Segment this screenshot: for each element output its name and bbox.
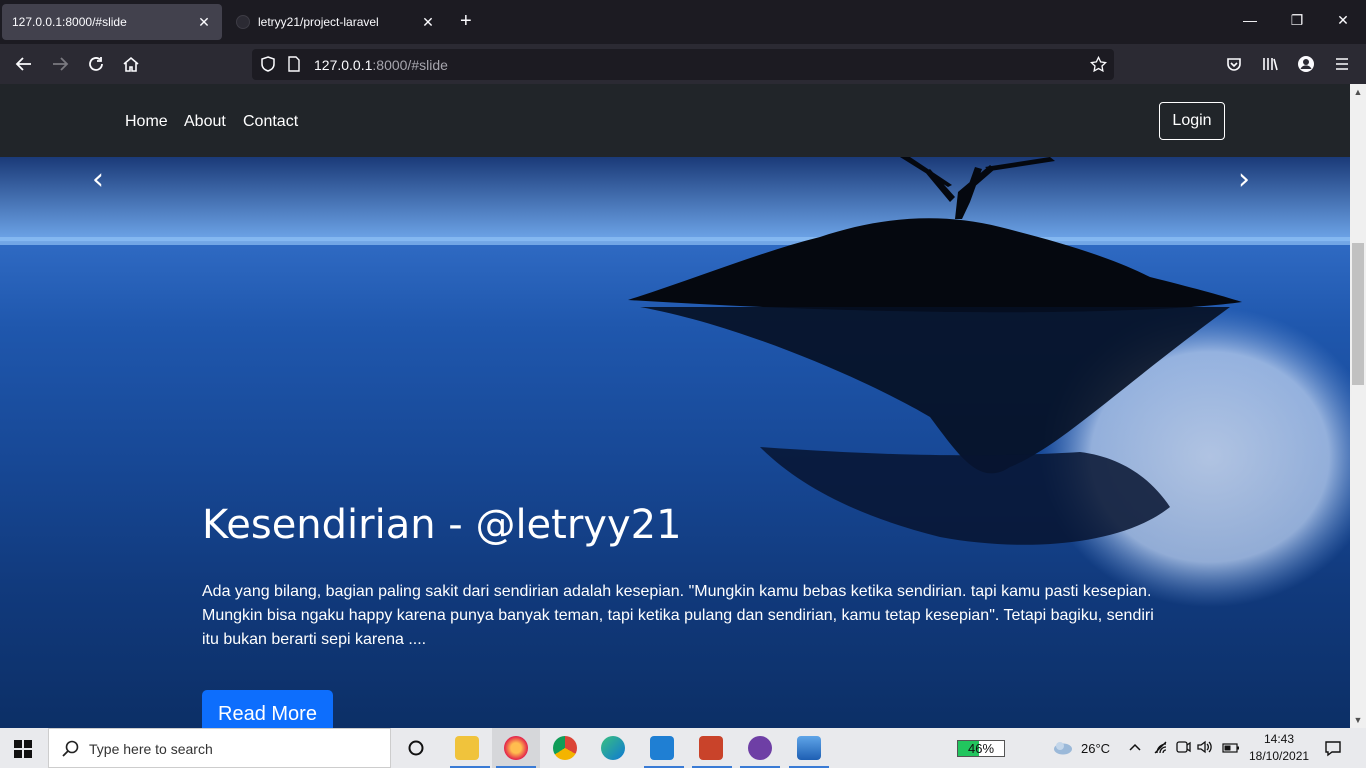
search-icon [62, 740, 80, 763]
firefox-icon[interactable] [504, 736, 528, 760]
read-more-button[interactable]: Read More [202, 690, 333, 728]
reload-icon[interactable] [86, 54, 106, 74]
login-button[interactable]: Login [1159, 102, 1225, 140]
scroll-up-icon[interactable]: ▲ [1350, 84, 1366, 100]
restore-icon[interactable]: ❐ [1287, 12, 1307, 29]
web-page: Home About Contact Login ‹ › Kesendirian… [0, 84, 1350, 728]
carousel-prev-icon[interactable]: ‹ [92, 165, 104, 195]
url-path: :8000/#slide [372, 57, 448, 73]
weather-temperature[interactable]: 26°C [1081, 741, 1110, 756]
photos-icon[interactable] [797, 736, 821, 760]
back-icon[interactable] [14, 54, 34, 74]
tab-slide[interactable]: 127.0.0.1:8000/#slide ✕ [2, 4, 222, 40]
taskbar-search-box[interactable]: Type here to search [48, 728, 391, 768]
url-bar[interactable]: 127.0.0.1:8000/#slide [252, 49, 1114, 80]
close-tab-icon[interactable]: ✕ [196, 14, 212, 31]
nav-about-link[interactable]: About [184, 113, 226, 131]
wifi-icon[interactable] [1153, 740, 1169, 759]
notification-icon[interactable] [1324, 739, 1342, 762]
battery-percent-text: 46% [967, 741, 995, 756]
nav-contact-link[interactable]: Contact [243, 113, 298, 131]
home-icon[interactable] [121, 54, 141, 74]
forward-icon[interactable] [50, 54, 70, 74]
weather-cloud-icon[interactable] [1052, 739, 1074, 762]
tab-title: 127.0.0.1:8000/#slide [12, 15, 127, 29]
speaker-icon[interactable] [1197, 740, 1213, 759]
browser-tab-bar: 127.0.0.1:8000/#slide ✕ letryy21/project… [0, 0, 1366, 44]
clock-date[interactable]: 18/10/2021 [1249, 749, 1309, 763]
edge-icon[interactable] [601, 736, 625, 760]
nav-home-link[interactable]: Home [125, 113, 168, 131]
task-view-icon[interactable] [407, 739, 425, 762]
new-tab-button[interactable]: + [460, 11, 472, 31]
bookmark-star-icon[interactable] [1089, 55, 1108, 78]
hero-description: Ada yang bilang, bagian paling sakit dar… [202, 583, 1154, 648]
windows-start-icon[interactable] [14, 740, 32, 763]
site-navbar: Home About Contact Login [0, 84, 1350, 157]
carousel-next-icon[interactable]: › [1238, 165, 1250, 195]
pocket-icon[interactable] [1224, 54, 1244, 74]
close-window-icon[interactable]: ✕ [1333, 12, 1353, 29]
github-desktop-icon[interactable] [748, 736, 772, 760]
chevron-up-icon[interactable] [1129, 740, 1141, 758]
powerpoint-icon[interactable] [699, 736, 723, 760]
library-icon[interactable] [1260, 54, 1280, 74]
shield-icon[interactable] [260, 56, 276, 77]
account-icon[interactable] [1296, 54, 1316, 74]
meet-now-icon[interactable] [1175, 740, 1191, 759]
hero-carousel: ‹ › Kesendirian - @letryy21 Ada yang bil… [0, 157, 1350, 728]
battery-icon[interactable] [1222, 741, 1240, 759]
vscode-icon[interactable] [650, 736, 674, 760]
battery-percentage-badge[interactable]: 46% [957, 740, 1005, 757]
scroll-down-icon[interactable]: ▼ [1350, 712, 1366, 728]
page-scrollbar[interactable] [1350, 84, 1366, 728]
close-tab-icon[interactable]: ✕ [420, 14, 436, 31]
chrome-icon[interactable] [553, 736, 577, 760]
url-text: 127.0.0.1:8000/#slide [314, 57, 448, 73]
tab-title: letryy21/project-laravel [258, 15, 379, 29]
page-info-icon[interactable] [287, 56, 301, 77]
scrollbar-thumb[interactable] [1352, 243, 1364, 385]
search-placeholder: Type here to search [89, 741, 213, 757]
minimize-icon[interactable]: — [1240, 12, 1260, 28]
file-explorer-icon[interactable] [455, 736, 479, 760]
menu-icon[interactable] [1332, 54, 1352, 74]
hero-title: Kesendirian - @letryy21 [202, 502, 682, 548]
url-host: 127.0.0.1 [314, 57, 373, 73]
clock-time[interactable]: 14:43 [1264, 732, 1294, 746]
github-favicon-icon [236, 15, 250, 29]
windows-taskbar: Type here to search 46% 26°C 14:43 18/10… [0, 728, 1366, 768]
tab-github[interactable]: letryy21/project-laravel ✕ [226, 4, 446, 40]
